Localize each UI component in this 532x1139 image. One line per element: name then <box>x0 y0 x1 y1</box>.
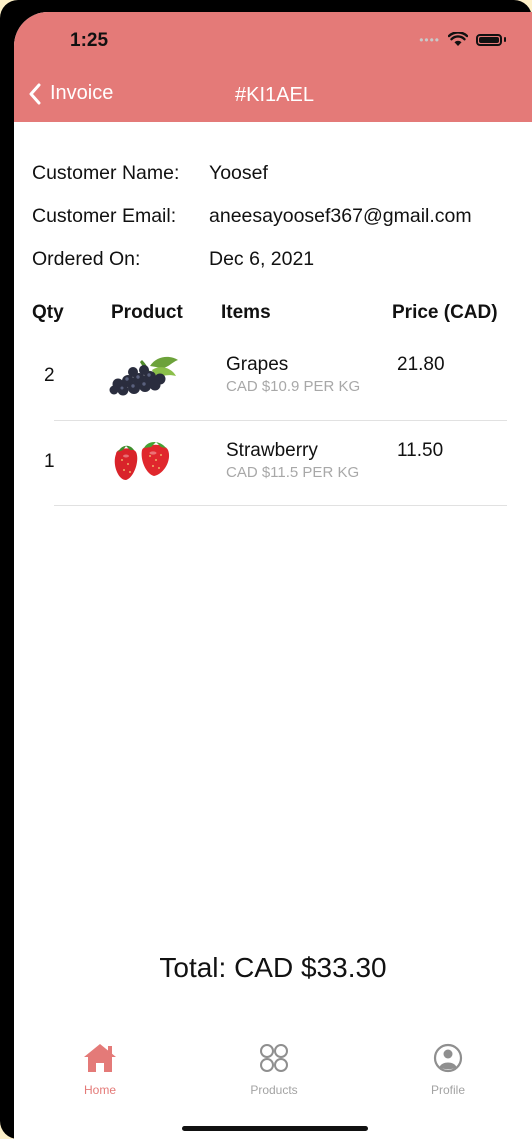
ordered-on-value: Dec 6, 2021 <box>209 248 315 270</box>
header-bar: 1:25 •••• Invoice #KI1AEL <box>14 12 532 122</box>
strawberry-image <box>114 442 170 480</box>
app-screen: 1:25 •••• Invoice #KI1AEL Customer Name:… <box>14 12 532 1139</box>
battery-tip <box>504 37 506 42</box>
tab-profile[interactable]: Profile <box>388 1042 508 1097</box>
tab-bar: Home Products Profile <box>14 1042 532 1112</box>
row-item-name: Grapes <box>226 354 289 375</box>
back-label: Invoice <box>50 82 114 104</box>
page-title: #KI1AEL <box>235 84 314 106</box>
customer-email-value: aneesayoosef367@gmail.com <box>209 205 472 227</box>
row-price: 11.50 <box>397 440 444 461</box>
signal-icon: •••• <box>419 32 440 47</box>
column-header-qty: Qty <box>32 302 64 323</box>
customer-email-label: Customer Email: <box>32 205 177 227</box>
table-row[interactable]: 1 Strawberry CAD $11.5 PER KG 11.50 <box>14 438 532 508</box>
column-header-price: Price (CAD) <box>392 302 498 323</box>
row-qty: 2 <box>44 365 55 386</box>
column-header-items: Items <box>221 302 271 323</box>
customer-name-label: Customer Name: <box>32 162 180 184</box>
home-icon <box>84 1044 116 1072</box>
status-time: 1:25 <box>70 30 109 51</box>
tab-profile-label: Profile <box>430 1083 465 1097</box>
customer-name-value: Yoosef <box>209 162 268 184</box>
profile-icon <box>433 1043 463 1073</box>
grapes-image <box>109 356 178 396</box>
device-frame: 1:25 •••• Invoice #KI1AEL Customer Name:… <box>0 0 532 1139</box>
tab-home[interactable]: Home <box>40 1042 160 1097</box>
chevron-left-icon <box>29 83 41 104</box>
tab-products[interactable]: Products <box>214 1042 334 1097</box>
ordered-on-row: Ordered On: Dec 6, 2021 <box>32 238 472 281</box>
invoice-total: Total: CAD $33.30 <box>159 952 387 983</box>
battery-icon <box>476 33 502 46</box>
status-icons: •••• <box>419 32 506 47</box>
tab-home-label: Home <box>83 1083 116 1097</box>
row-item-unit: CAD $11.5 PER KG <box>226 464 360 481</box>
row-divider <box>54 420 507 421</box>
row-price: 21.80 <box>397 354 445 375</box>
customer-email-row: Customer Email: aneesayoosef367@gmail.co… <box>32 195 472 238</box>
back-button[interactable]: Invoice <box>28 82 113 105</box>
customer-name-row: Customer Name: Yoosef <box>32 152 472 195</box>
row-item-unit: CAD $10.9 PER KG <box>226 378 361 395</box>
table-row[interactable]: 2 Grapes CAD $10.9 PER KG 21.80 <box>14 352 532 422</box>
column-header-product: Product <box>111 302 183 323</box>
wifi-icon <box>448 32 468 46</box>
home-indicator <box>182 1126 368 1131</box>
products-icon <box>260 1044 288 1072</box>
row-item-name: Strawberry <box>226 440 318 461</box>
row-divider <box>54 505 507 506</box>
customer-info: Customer Name: Yoosef Customer Email: an… <box>32 152 472 281</box>
ordered-on-label: Ordered On: <box>32 248 141 270</box>
row-qty: 1 <box>44 451 55 472</box>
tab-products-label: Products <box>250 1083 298 1097</box>
